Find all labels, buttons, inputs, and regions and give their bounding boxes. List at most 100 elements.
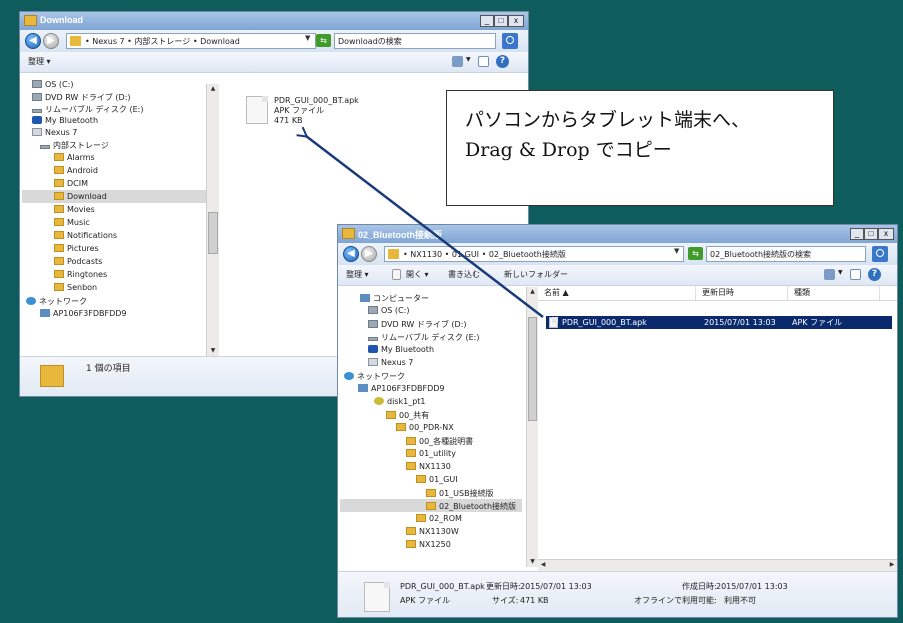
tree-item-computer[interactable]: コンピューター (360, 293, 429, 304)
back-button[interactable]: ◀ (343, 246, 359, 262)
organize-button[interactable]: 整理 ▾ (346, 269, 369, 280)
tree-item-removable[interactable]: リムーバブル ディスク (E:) (32, 104, 143, 115)
tree-item-nexus7[interactable]: Nexus 7 (32, 128, 77, 137)
arrow-right-icon: ▶ (365, 248, 373, 259)
folder-icon (24, 15, 37, 26)
tree-item-dvd[interactable]: DVD RW ドライブ (D:) (368, 319, 467, 330)
dvd-drive-icon (32, 93, 42, 101)
tree-item-ap106[interactable]: AP106F3FDBFDD9 (358, 384, 445, 393)
tree-item-nx1130w[interactable]: NX1130W (406, 527, 459, 536)
back-button[interactable]: ◀ (25, 33, 41, 49)
chevron-down-icon[interactable]: ▼ (305, 34, 310, 42)
tree-item-bluetooth-version[interactable]: 02_Bluetooth接続版 (426, 501, 516, 512)
column-date[interactable]: 更新日時 (696, 286, 788, 300)
scroll-up-icon[interactable]: ▲ (207, 84, 219, 94)
tree-item-movies[interactable]: Movies (54, 205, 95, 214)
help-icon[interactable]: ? (868, 268, 881, 281)
burn-button[interactable]: 書き込む (448, 269, 480, 280)
row-date: 2015/07/01 13:03 (704, 318, 776, 327)
tree-item-disk1[interactable]: disk1_pt1 (374, 397, 426, 406)
tree-item-android[interactable]: Android (54, 166, 98, 175)
scroll-right-icon[interactable]: ▶ (887, 560, 897, 570)
scroll-thumb[interactable] (208, 212, 218, 254)
tree-item-alarms[interactable]: Alarms (54, 153, 95, 162)
folder-icon (396, 423, 406, 431)
organize-button[interactable]: 整理 ▾ (28, 56, 51, 67)
preview-pane-icon[interactable] (850, 269, 861, 280)
scroll-up-icon[interactable]: ▲ (527, 287, 538, 297)
table-row[interactable]: PDR_GUI_000_BT.apk 2015/07/01 13:03 APK … (546, 316, 892, 329)
tree-item-nexus7[interactable]: Nexus 7 (368, 358, 413, 367)
view-options-icon[interactable] (824, 269, 835, 280)
tree-item-network[interactable]: ネットワーク (344, 371, 405, 382)
tree-item-os[interactable]: OS (C:) (32, 80, 73, 89)
chevron-down-icon[interactable]: ▼ (674, 247, 679, 255)
tree-item-removable[interactable]: リムーバブル ディスク (E:) (368, 332, 479, 343)
tree-item-network[interactable]: ネットワーク (26, 296, 87, 307)
tree-item-ringtones[interactable]: Ringtones (54, 270, 107, 279)
title-bar[interactable]: 02_Bluetooth接続版 _ □ x (338, 225, 897, 243)
arrow-left-icon: ◀ (347, 248, 355, 259)
tree-item-utility[interactable]: 01_utility (406, 449, 456, 458)
file-name[interactable]: PDR_GUI_000_BT.apk (274, 96, 359, 106)
preview-pane-icon[interactable] (478, 56, 489, 67)
forward-button[interactable]: ▶ (361, 246, 377, 262)
tree-scrollbar[interactable]: ▲ ▼ (206, 84, 219, 356)
tree-item-music[interactable]: Music (54, 218, 90, 227)
scroll-down-icon[interactable]: ▼ (527, 557, 538, 567)
chevron-down-icon[interactable]: ▼ (466, 56, 471, 63)
chevron-down-icon[interactable]: ▼ (838, 269, 843, 276)
search-input[interactable]: 02_Bluetooth接続版の検索 (706, 246, 866, 262)
tree-item-pdr-nx[interactable]: 00_PDR-NX (396, 423, 454, 432)
maximize-button[interactable]: □ (494, 15, 508, 27)
scroll-down-icon[interactable]: ▼ (207, 346, 219, 356)
tree-item-shared[interactable]: 00_共有 (386, 410, 429, 421)
search-input[interactable]: Downloadの検索 (334, 33, 496, 49)
tree-item-senbon[interactable]: Senbon (54, 283, 97, 292)
tree-item-manuals[interactable]: 00_各種説明書 (406, 436, 473, 447)
refresh-button[interactable]: ⇆ (316, 34, 331, 47)
folder-icon (40, 365, 64, 387)
minimize-button[interactable]: _ (480, 15, 494, 27)
tree-item-nx1130[interactable]: NX1130 (406, 462, 451, 471)
document-icon (392, 269, 401, 280)
forward-button[interactable]: ▶ (43, 33, 59, 49)
tree-item-dvd[interactable]: DVD RW ドライブ (D:) (32, 92, 131, 103)
callout-line-2: Drag & Drop でコピー (465, 139, 672, 161)
breadcrumb[interactable]: • NX1130 • 01 GUI • 02_Bluetooth接続版 (384, 246, 684, 262)
view-options-icon[interactable] (452, 56, 463, 67)
tree-item-os[interactable]: OS (C:) (368, 306, 409, 315)
tree-item-notifications[interactable]: Notifications (54, 231, 117, 240)
close-button[interactable]: x (878, 228, 894, 240)
tree-item-rom[interactable]: 02_ROM (416, 514, 462, 523)
search-icon[interactable] (502, 33, 518, 49)
scroll-thumb[interactable] (528, 317, 537, 421)
tree-item-nx1250[interactable]: NX1250 (406, 540, 451, 549)
tree-item-gui[interactable]: 01_GUI (416, 475, 458, 484)
new-folder-button[interactable]: 新しいフォルダー (504, 269, 568, 280)
help-icon[interactable]: ? (496, 55, 509, 68)
tree-item-bluetooth[interactable]: My Bluetooth (32, 116, 98, 125)
minimize-button[interactable]: _ (850, 228, 864, 240)
column-type[interactable]: 種類 (788, 286, 880, 300)
tree-item-internal-storage[interactable]: 内部ストレージ (40, 140, 109, 151)
breadcrumb[interactable]: • Nexus 7 • 内部ストレージ • Download (66, 33, 316, 49)
title-bar[interactable]: Download _ □ x (20, 12, 528, 30)
open-button[interactable]: 開く ▾ (406, 269, 429, 280)
maximize-button[interactable]: □ (864, 228, 878, 240)
tree-item-dcim[interactable]: DCIM (54, 179, 88, 188)
tree-item-download[interactable]: Download (54, 192, 107, 201)
horizontal-scrollbar[interactable]: ◀ ▶ (538, 559, 897, 571)
tree-item-usb[interactable]: 01_USB接続版 (426, 488, 494, 499)
search-icon[interactable] (872, 246, 888, 262)
refresh-button[interactable]: ⇆ (688, 247, 703, 260)
scroll-left-icon[interactable]: ◀ (538, 560, 548, 570)
tree-item-podcasts[interactable]: Podcasts (54, 257, 102, 266)
apk-file-icon[interactable] (246, 96, 268, 124)
close-button[interactable]: x (508, 15, 524, 27)
column-name[interactable]: 名前 ▲ (538, 286, 696, 300)
tree-item-bluetooth[interactable]: My Bluetooth (368, 345, 434, 354)
tree-item-pictures[interactable]: Pictures (54, 244, 99, 253)
tree-scrollbar[interactable]: ▲ ▼ (526, 287, 538, 567)
tree-item-ap106[interactable]: AP106F3FDBFDD9 (40, 309, 127, 318)
